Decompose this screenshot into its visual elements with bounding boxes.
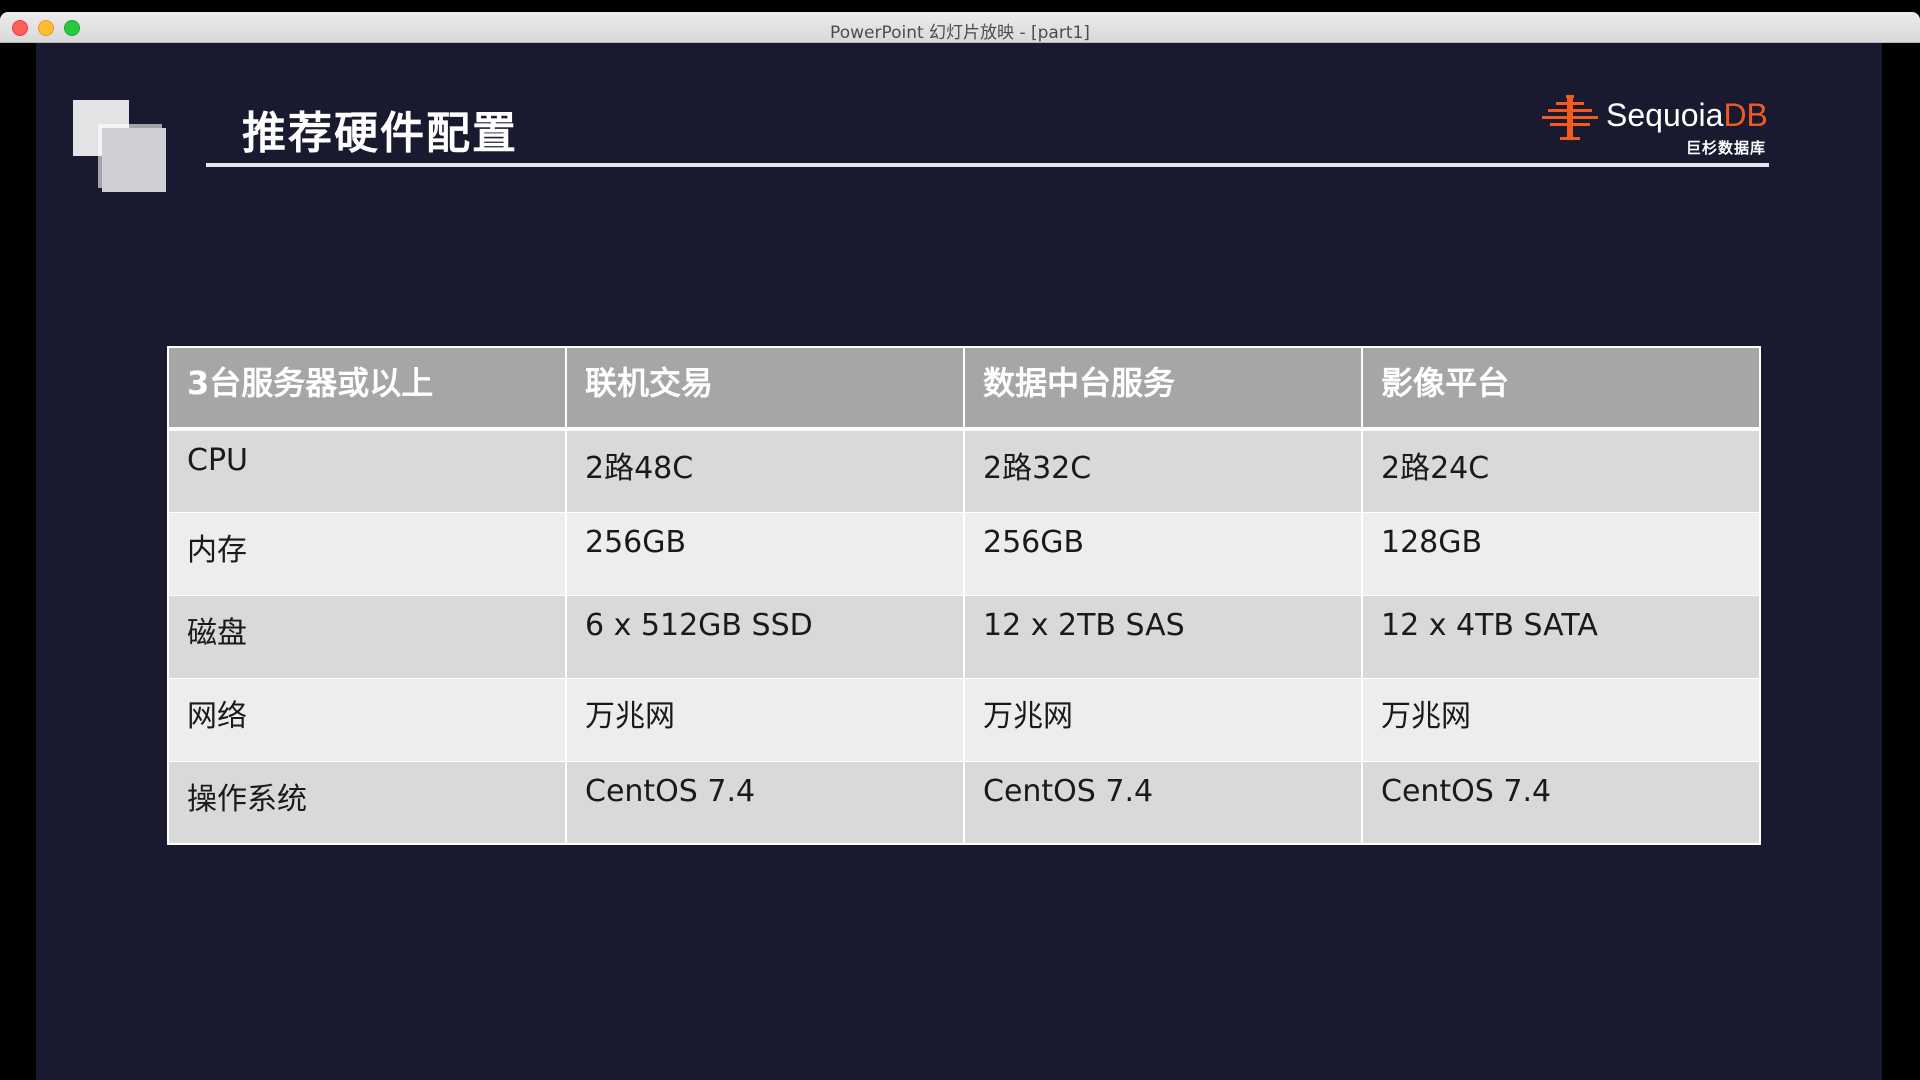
table-header-cell: 联机交易: [565, 347, 964, 431]
sequoia-tree-icon: [1542, 95, 1598, 140]
sequoiadb-logo: SequoiaDB 巨杉数据库: [1540, 89, 1780, 159]
logo-name-main: Sequoia: [1606, 97, 1724, 133]
table-cell: CentOS 7.4: [1361, 760, 1760, 844]
logo-chinese-name: 巨杉数据库: [1686, 139, 1767, 157]
table-cell: 万兆网: [565, 677, 964, 761]
table-cell: 128GB: [1361, 511, 1760, 595]
table-header-cell: 3台服务器或以上: [168, 347, 566, 431]
table-row: 内存 256GB 256GB 128GB: [168, 511, 1760, 595]
table-cell: 256GB: [565, 511, 964, 595]
table-cell: 2路24C: [1361, 428, 1760, 512]
table-row: 操作系统 CentOS 7.4 CentOS 7.4 CentOS 7.4: [168, 760, 1760, 844]
decorative-square: [102, 128, 166, 192]
table-header-cell: 数据中台服务: [963, 347, 1362, 431]
logo-name: SequoiaDB: [1606, 97, 1768, 134]
slide[interactable]: 推荐硬件配置 SequoiaDB 巨杉数据库 3台服务器或以上 联机交易 数据中…: [36, 43, 1882, 1080]
table-cell: 6 x 512GB SSD: [565, 594, 964, 678]
table-header-cell: 影像平台: [1361, 347, 1760, 431]
presentation-window: PowerPoint 幻灯片放映 - [part1] 推荐硬件配置 Sequoi…: [0, 12, 1920, 1080]
table-cell: 12 x 4TB SATA: [1361, 594, 1760, 678]
table-cell: CentOS 7.4: [565, 760, 964, 844]
table-cell: 网络: [168, 677, 566, 761]
table-cell: 256GB: [963, 511, 1362, 595]
window-titlebar[interactable]: PowerPoint 幻灯片放映 - [part1]: [0, 12, 1920, 43]
table-row: CPU 2路48C 2路32C 2路24C: [168, 428, 1760, 512]
window-title: PowerPoint 幻灯片放映 - [part1]: [830, 23, 1090, 43]
slide-title: 推荐硬件配置: [242, 108, 518, 159]
hardware-config-table: 3台服务器或以上 联机交易 数据中台服务 影像平台 CPU 2路48C 2路32…: [167, 346, 1761, 845]
title-underline: [206, 163, 1769, 167]
table-cell: 操作系统: [168, 760, 566, 844]
table-cell: 2路48C: [565, 428, 964, 512]
table-cell: 万兆网: [963, 677, 1362, 761]
table-cell: CPU: [168, 428, 566, 512]
logo-name-accent: DB: [1723, 97, 1768, 133]
table-cell: 12 x 2TB SAS: [963, 594, 1362, 678]
table-row: 磁盘 6 x 512GB SSD 12 x 2TB SAS 12 x 4TB S…: [168, 594, 1760, 678]
table-cell: 2路32C: [963, 428, 1362, 512]
table-cell: CentOS 7.4: [963, 760, 1362, 844]
table-header-row: 3台服务器或以上 联机交易 数据中台服务 影像平台: [168, 347, 1760, 431]
table-cell: 内存: [168, 511, 566, 595]
table-cell: 万兆网: [1361, 677, 1760, 761]
table-cell: 磁盘: [168, 594, 566, 678]
table-row: 网络 万兆网 万兆网 万兆网: [168, 677, 1760, 761]
